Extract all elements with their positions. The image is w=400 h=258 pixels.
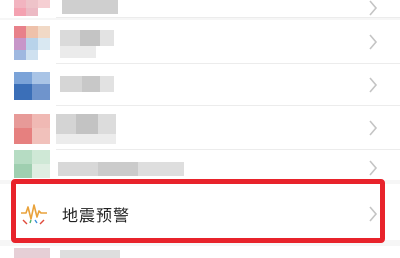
- highlight-box: [11, 179, 385, 243]
- app-icon: [14, 72, 50, 100]
- app-icon: [14, 114, 50, 144]
- chevron-right-icon: [369, 77, 378, 93]
- chevron-right-icon: [369, 0, 378, 16]
- list-item-label: [58, 162, 98, 176]
- app-icon: [14, 150, 50, 178]
- app-icon: [14, 248, 50, 258]
- list-item[interactable]: [0, 150, 400, 180]
- list-item[interactable]: [0, 20, 400, 64]
- list-item[interactable]: [0, 106, 400, 150]
- list-item-label: [62, 0, 118, 14]
- chevron-right-icon: [369, 34, 378, 50]
- app-icon: [14, 0, 50, 16]
- chevron-right-icon: [369, 120, 378, 136]
- list-item-label: [56, 114, 76, 134]
- settings-list: 地震预警: [0, 0, 400, 258]
- list-item[interactable]: [0, 0, 400, 18]
- list-item-label: [60, 30, 80, 46]
- list-item[interactable]: [0, 246, 400, 258]
- app-icon: [14, 26, 50, 60]
- list-item-label: [60, 76, 82, 92]
- chevron-right-icon: [369, 160, 378, 176]
- list-item[interactable]: [0, 64, 400, 106]
